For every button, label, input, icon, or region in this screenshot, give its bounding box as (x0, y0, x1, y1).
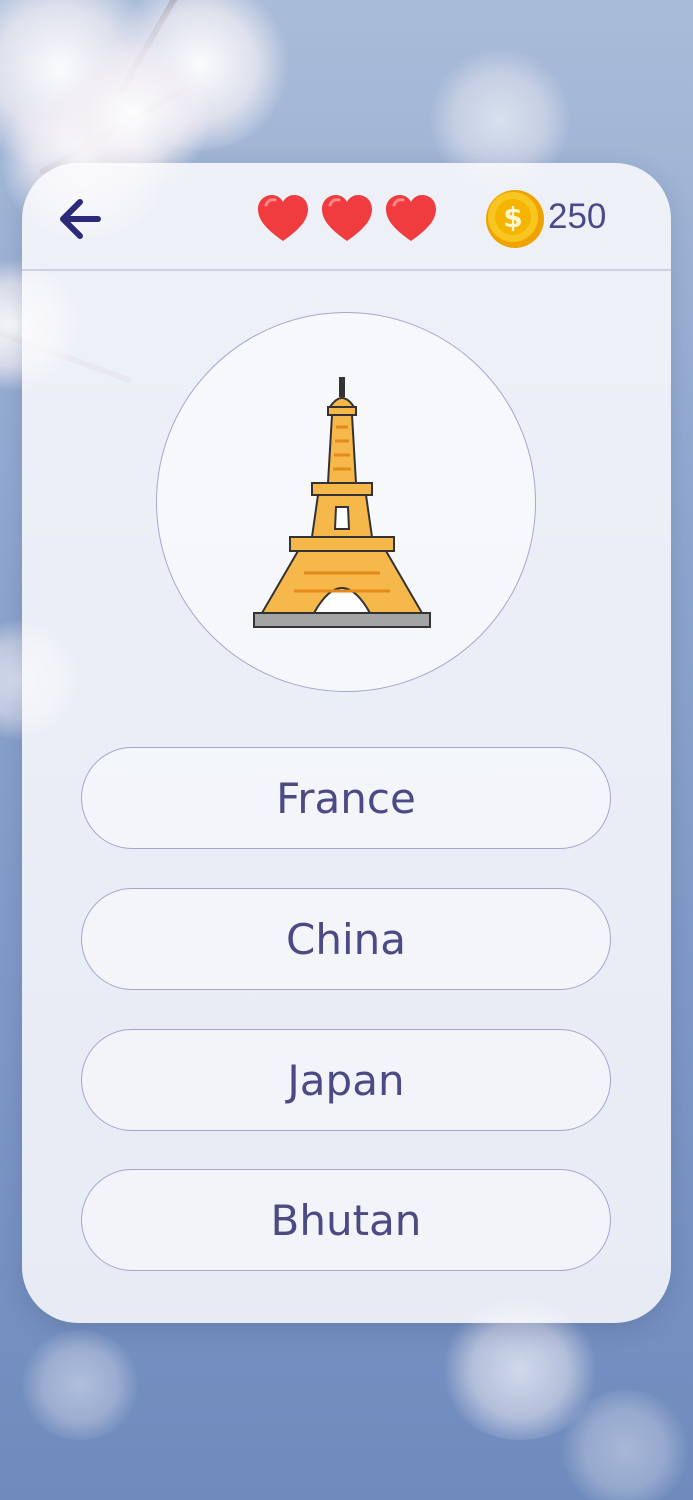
heart-icon (322, 195, 372, 241)
answer-option-4[interactable]: Bhutan (81, 1169, 611, 1271)
heart-icon (258, 195, 308, 241)
eiffel-tower-icon (253, 377, 431, 628)
dollar-coin-icon: $ (486, 190, 544, 248)
question-image-frame (156, 312, 536, 692)
top-bar: $ 250 (22, 163, 671, 271)
heart-icon (386, 195, 436, 241)
quiz-card: $ 250 France China Japan Bhutan (22, 163, 671, 1323)
lives-indicator (256, 193, 438, 243)
answer-option-1[interactable]: France (81, 747, 611, 849)
answer-option-3[interactable]: Japan (81, 1029, 611, 1131)
coin-count: 250 (548, 197, 607, 236)
answer-option-2[interactable]: China (81, 888, 611, 990)
svg-text:$: $ (503, 201, 522, 234)
arrow-left-icon[interactable] (54, 193, 106, 245)
